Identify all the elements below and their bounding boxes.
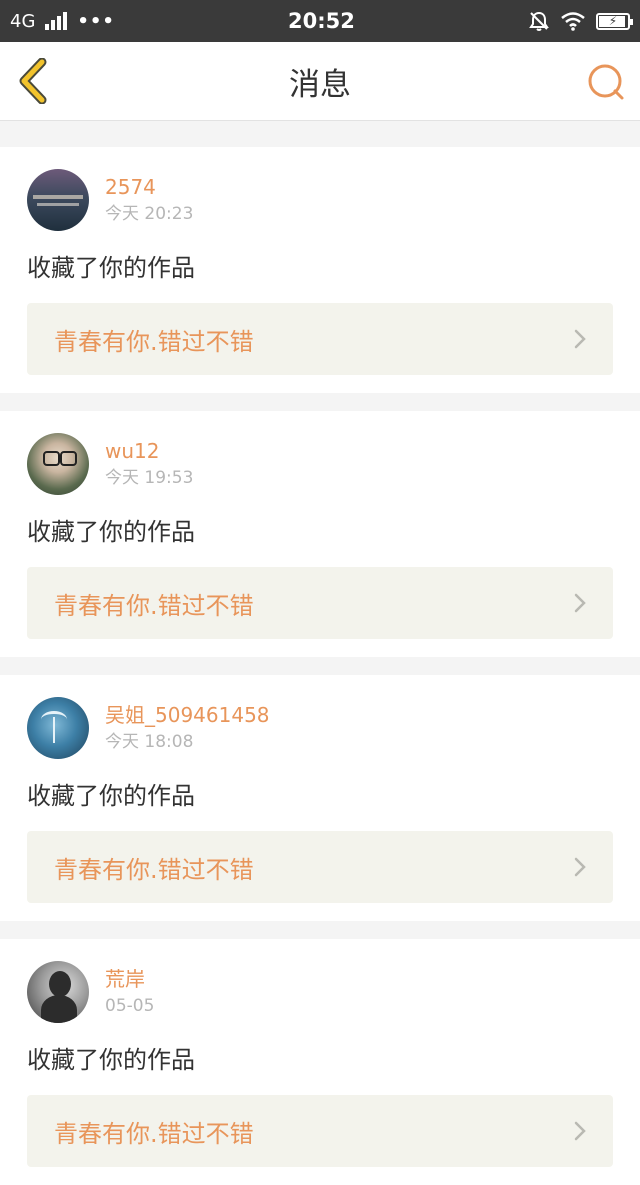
status-right: ⚡ <box>528 10 633 32</box>
search-button[interactable] <box>586 62 626 102</box>
more-dots: ••• <box>77 10 115 32</box>
status-bar: 4G ••• 20:52 ⚡ <box>0 0 640 42</box>
username[interactable]: 吴姐_509461458 <box>105 702 270 728</box>
message-meta: wu12 今天 19:53 <box>105 438 193 490</box>
message-card: wu12 今天 19:53 收藏了你的作品 青春有你.错过不错 <box>0 411 640 657</box>
work-link[interactable]: 青春有你.错过不错 <box>27 831 613 903</box>
chevron-right-icon <box>574 329 586 349</box>
wifi-icon <box>561 12 585 31</box>
timestamp: 今天 18:08 <box>105 732 194 752</box>
avatar[interactable] <box>27 169 89 231</box>
work-title: 青春有你.错过不错 <box>54 1119 254 1148</box>
avatar[interactable] <box>27 697 89 759</box>
message-header: 2574 今天 20:23 <box>27 169 613 231</box>
work-link[interactable]: 青春有你.错过不错 <box>27 567 613 639</box>
message-card: 荒岸 05-05 收藏了你的作品 青春有你.错过不错 <box>0 939 640 1185</box>
action-text: 收藏了你的作品 <box>27 782 195 810</box>
work-link[interactable]: 青春有你.错过不错 <box>27 303 613 375</box>
avatar[interactable] <box>27 433 89 495</box>
message-header: 荒岸 05-05 <box>27 961 613 1023</box>
action-text: 收藏了你的作品 <box>27 254 195 282</box>
work-title: 青春有你.错过不错 <box>54 327 254 356</box>
avatar[interactable] <box>27 961 89 1023</box>
message-meta: 2574 今天 20:23 <box>105 174 193 226</box>
message-card: 2574 今天 20:23 收藏了你的作品 青春有你.错过不错 <box>0 147 640 393</box>
back-arrow-icon <box>19 57 47 105</box>
battery-icon: ⚡ <box>596 12 633 30</box>
message-header: 吴姐_509461458 今天 18:08 <box>27 697 613 759</box>
message-meta: 吴姐_509461458 今天 18:08 <box>105 702 270 754</box>
timestamp: 今天 19:53 <box>105 468 194 488</box>
chevron-right-icon <box>574 593 586 613</box>
username[interactable]: 荒岸 <box>105 966 154 992</box>
username[interactable]: 2574 <box>105 174 193 200</box>
header: 消息 <box>0 42 640 121</box>
message-header: wu12 今天 19:53 <box>27 433 613 495</box>
page-title: 消息 <box>289 66 351 103</box>
message-list: 2574 今天 20:23 收藏了你的作品 青春有你.错过不错 wu12 今天 … <box>0 147 640 1185</box>
mute-icon <box>529 11 549 31</box>
message-card: 吴姐_509461458 今天 18:08 收藏了你的作品 青春有你.错过不错 <box>0 675 640 921</box>
search-icon <box>588 64 624 100</box>
chevron-right-icon <box>574 857 586 877</box>
action-text: 收藏了你的作品 <box>27 1046 195 1074</box>
back-button[interactable] <box>14 57 54 105</box>
work-link[interactable]: 青春有你.错过不错 <box>27 1095 613 1167</box>
status-left: 4G ••• <box>10 11 115 32</box>
action-text: 收藏了你的作品 <box>27 518 195 546</box>
clock: 20:52 <box>288 9 355 33</box>
network-label: 4G <box>10 10 36 32</box>
work-title: 青春有你.错过不错 <box>54 855 254 884</box>
username[interactable]: wu12 <box>105 438 193 464</box>
work-title: 青春有你.错过不错 <box>54 591 254 620</box>
message-meta: 荒岸 05-05 <box>105 966 154 1018</box>
chevron-right-icon <box>574 1121 586 1141</box>
timestamp: 今天 20:23 <box>105 204 194 224</box>
signal-icon <box>45 12 68 30</box>
timestamp: 05-05 <box>105 996 155 1016</box>
